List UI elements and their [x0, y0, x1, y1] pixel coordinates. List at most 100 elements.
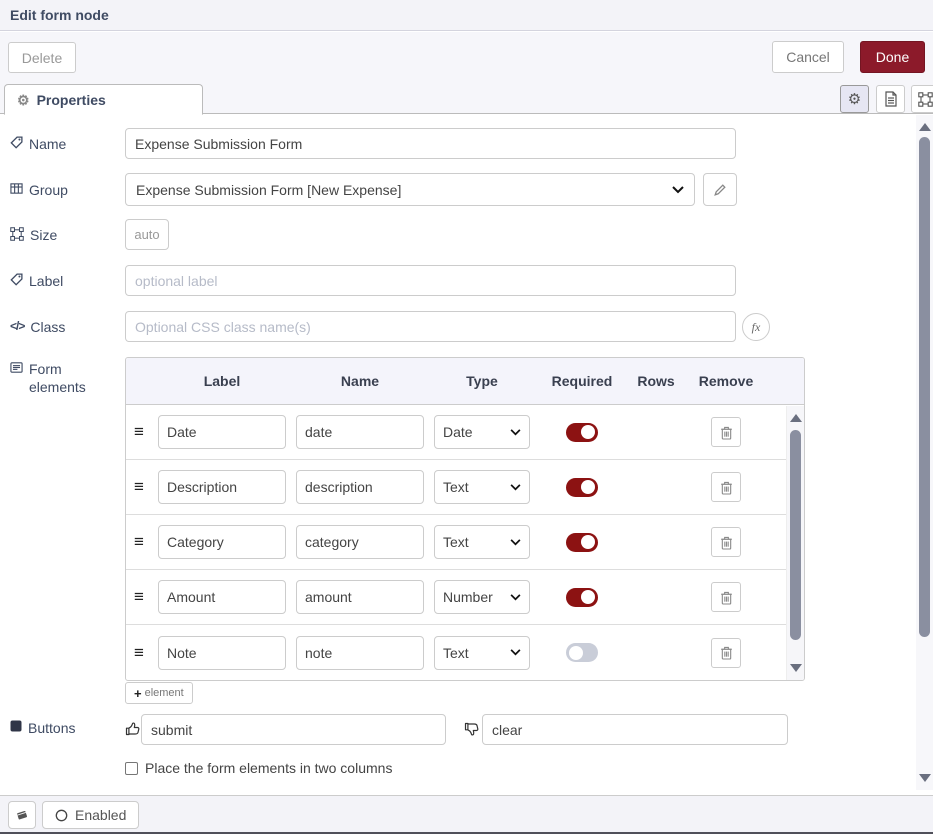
- main-scrollbar-thumb[interactable]: [919, 137, 930, 637]
- drag-handle-icon[interactable]: ≡: [126, 532, 152, 552]
- tab-bar: ⚙ Properties ⚙: [0, 84, 933, 114]
- chevron-down-icon: [510, 429, 521, 436]
- properties-panel-button[interactable]: ⚙: [840, 85, 869, 113]
- element-name-input[interactable]: [296, 470, 424, 504]
- cancel-button[interactable]: Cancel: [772, 41, 844, 73]
- main-scrollbar[interactable]: [916, 115, 933, 790]
- required-toggle[interactable]: [566, 533, 598, 552]
- code-icon: </>: [10, 319, 24, 335]
- table-icon: [10, 182, 23, 195]
- class-expression-button[interactable]: fx: [742, 313, 770, 341]
- tag-icon: [10, 273, 23, 286]
- element-label-input[interactable]: [158, 470, 286, 504]
- two-columns-checkbox-label: Place the form elements in two columns: [145, 760, 392, 776]
- node-help-button[interactable]: [8, 801, 36, 829]
- col-header-label: Label: [152, 373, 292, 389]
- dialog-titlebar: Edit form node: [0, 0, 933, 31]
- group-select[interactable]: Expense Submission Form [New Expense]: [125, 173, 695, 206]
- trash-icon: [720, 645, 733, 660]
- form-element-row: ≡ Text: [126, 460, 804, 515]
- delete-button[interactable]: Delete: [8, 42, 76, 73]
- form-elements-table-body: ≡ Date ≡: [126, 405, 804, 681]
- scroll-down-icon[interactable]: [919, 774, 931, 782]
- name-field-label: Name: [10, 135, 118, 153]
- enabled-label: Enabled: [75, 807, 126, 823]
- element-type-select[interactable]: Text: [434, 636, 530, 670]
- submit-button-label-input[interactable]: [141, 714, 446, 745]
- element-type-select[interactable]: Date: [434, 415, 530, 449]
- scroll-down-icon[interactable]: [790, 664, 802, 672]
- scroll-up-icon[interactable]: [919, 123, 931, 131]
- class-input[interactable]: [125, 311, 736, 342]
- book-icon: [15, 808, 29, 822]
- element-name-input[interactable]: [296, 415, 424, 449]
- element-type-select[interactable]: Text: [434, 470, 530, 504]
- thumb-down-icon: [464, 721, 480, 737]
- form-element-row: ≡ Text: [126, 625, 804, 680]
- element-name-input[interactable]: [296, 525, 424, 559]
- element-type-select[interactable]: Number: [434, 580, 530, 614]
- tab-properties-label: Properties: [37, 92, 106, 108]
- col-header-rows: Rows: [628, 373, 684, 389]
- chevron-down-icon: [510, 539, 521, 546]
- clear-button-label-input[interactable]: [482, 714, 788, 745]
- label-input[interactable]: [125, 265, 736, 296]
- element-label-input[interactable]: [158, 580, 286, 614]
- table-scrollbar[interactable]: [786, 406, 804, 680]
- element-type-select[interactable]: Text: [434, 525, 530, 559]
- trash-icon: [720, 480, 733, 495]
- chevron-down-icon: [672, 186, 684, 194]
- element-name-input[interactable]: [296, 580, 424, 614]
- edit-group-button[interactable]: [703, 173, 737, 206]
- remove-element-button[interactable]: [711, 638, 741, 668]
- enabled-toggle-button[interactable]: Enabled: [42, 801, 139, 829]
- two-columns-option: Place the form elements in two columns: [125, 760, 392, 776]
- chevron-down-icon: [510, 484, 521, 491]
- drag-handle-icon[interactable]: ≡: [126, 643, 152, 663]
- col-header-name: Name: [292, 373, 428, 389]
- tab-properties[interactable]: ⚙ Properties: [4, 84, 203, 115]
- col-header-type: Type: [428, 373, 536, 389]
- chevron-down-icon: [510, 594, 521, 601]
- scroll-up-icon[interactable]: [790, 414, 802, 422]
- remove-element-button[interactable]: [711, 472, 741, 502]
- form-element-row: ≡ Text: [126, 515, 804, 570]
- trash-icon: [720, 425, 733, 440]
- col-header-remove: Remove: [684, 373, 768, 389]
- element-label-input[interactable]: [158, 636, 286, 670]
- form-elements-table-header: Label Name Type Required Rows Remove: [126, 358, 804, 405]
- required-toggle[interactable]: [566, 588, 598, 607]
- dialog-title: Edit form node: [10, 7, 109, 23]
- appearance-icon: [918, 92, 933, 107]
- pencil-icon: [713, 183, 727, 197]
- dialog-footer: Enabled: [0, 795, 933, 834]
- size-auto-button[interactable]: auto: [125, 219, 169, 250]
- thumb-up-icon: [125, 721, 141, 737]
- remove-element-button[interactable]: [711, 527, 741, 557]
- document-icon: [884, 91, 898, 107]
- appearance-panel-button[interactable]: [911, 85, 933, 113]
- trash-icon: [720, 535, 733, 550]
- drag-handle-icon[interactable]: ≡: [126, 422, 152, 442]
- drag-handle-icon[interactable]: ≡: [126, 587, 152, 607]
- required-toggle[interactable]: [566, 643, 598, 662]
- drag-handle-icon[interactable]: ≡: [126, 477, 152, 497]
- plus-icon: +: [134, 686, 142, 701]
- required-toggle[interactable]: [566, 423, 598, 442]
- element-label-input[interactable]: [158, 525, 286, 559]
- element-label-input[interactable]: [158, 415, 286, 449]
- description-panel-button[interactable]: [876, 85, 905, 113]
- form-element-row: ≡ Number: [126, 570, 804, 625]
- two-columns-checkbox[interactable]: [125, 762, 138, 775]
- group-field-label: Group: [10, 181, 118, 199]
- add-element-button[interactable]: + element: [125, 682, 193, 704]
- col-header-required: Required: [536, 373, 628, 389]
- remove-element-button[interactable]: [711, 417, 741, 447]
- required-toggle[interactable]: [566, 478, 598, 497]
- remove-element-button[interactable]: [711, 582, 741, 612]
- done-button[interactable]: Done: [860, 41, 925, 73]
- name-input[interactable]: [125, 128, 736, 159]
- element-name-input[interactable]: [296, 636, 424, 670]
- table-scrollbar-thumb[interactable]: [790, 430, 801, 640]
- form-elements-field-label: Form elements: [10, 360, 118, 396]
